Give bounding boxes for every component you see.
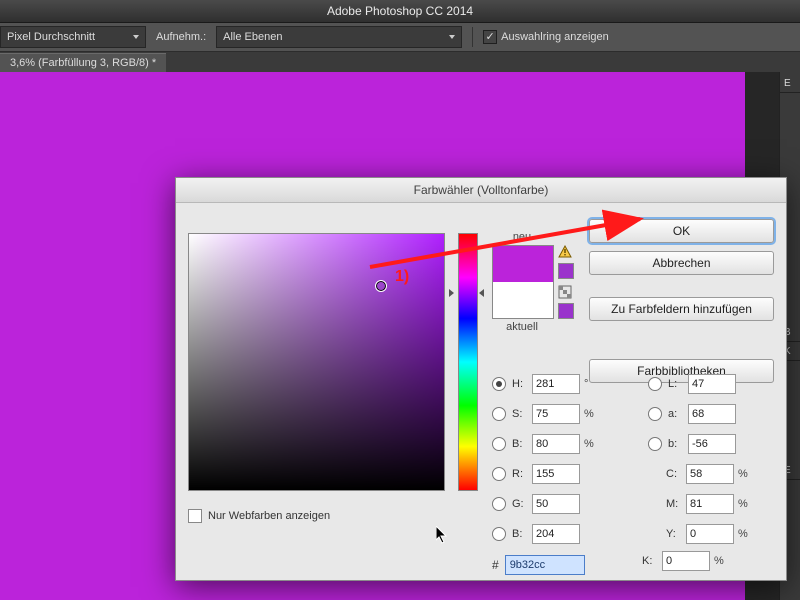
new-label: neu: [492, 231, 552, 243]
document-tab[interactable]: 3,6% (Farbfüllung 3, RGB/8) *: [0, 53, 166, 72]
unit-m: %: [738, 498, 752, 510]
radio-r[interactable]: [492, 467, 506, 481]
annotation-number: 1): [395, 268, 409, 286]
unit-h: °: [584, 378, 598, 390]
swatch-current: [493, 282, 553, 318]
input-k[interactable]: [662, 551, 710, 571]
label-r: R:: [512, 468, 532, 480]
websafe-swatch[interactable]: [558, 303, 574, 319]
gamut-warning-icon[interactable]: [558, 245, 572, 259]
ok-button[interactable]: OK: [589, 219, 774, 243]
radio-h[interactable]: [492, 377, 506, 391]
unit-b-hsb: %: [584, 438, 598, 450]
add-to-swatches-label: Zu Farbfeldern hinzufügen: [611, 302, 752, 316]
label-k: K:: [642, 555, 662, 567]
radio-s[interactable]: [492, 407, 506, 421]
dialog-buttons: OK Abbrechen Zu Farbfeldern hinzufügen F…: [589, 219, 774, 383]
label-s: S:: [512, 408, 532, 420]
input-m[interactable]: [686, 494, 734, 514]
hue-slider[interactable]: [458, 233, 478, 491]
input-g[interactable]: [532, 494, 580, 514]
label-c: C:: [666, 468, 686, 480]
app-title: Adobe Photoshop CC 2014: [327, 4, 473, 18]
input-y[interactable]: [686, 524, 734, 544]
sample-layers-label: Aufnehm.:: [156, 31, 206, 43]
web-colors-only-checkbox[interactable]: Nur Webfarben anzeigen: [188, 509, 330, 523]
websafe-warning-icon[interactable]: [558, 285, 572, 299]
sample-size-select[interactable]: Pixel Durchschnitt: [0, 26, 146, 48]
document-tab-label: 3,6% (Farbfüllung 3, RGB/8) *: [10, 57, 156, 69]
input-a[interactable]: [688, 404, 736, 424]
label-m: M:: [666, 498, 686, 510]
color-preview: [492, 245, 554, 319]
options-bar: Pixel Durchschnitt Aufnehm.: Alle Ebenen…: [0, 23, 800, 52]
sb-cursor[interactable]: [375, 280, 387, 292]
label-b-hsb: B:: [512, 438, 532, 450]
current-label: aktuell: [492, 321, 552, 333]
input-b-hsb[interactable]: [532, 434, 580, 454]
editor-area: E B K E Farbwähler (Volltonfarbe) neu: [0, 72, 800, 600]
input-l[interactable]: [688, 374, 736, 394]
color-picker-dialog: Farbwähler (Volltonfarbe) neu aktuell: [175, 177, 787, 581]
show-sampling-ring-checkbox[interactable]: Auswahlring anzeigen: [483, 30, 609, 44]
unit-s: %: [584, 408, 598, 420]
hex-label: #: [492, 558, 499, 572]
radio-blab[interactable]: [648, 437, 662, 451]
label-bl: B:: [512, 528, 532, 540]
input-s[interactable]: [532, 404, 580, 424]
sample-layers-value: Alle Ebenen: [223, 31, 282, 43]
input-c[interactable]: [686, 464, 734, 484]
radio-a[interactable]: [648, 407, 662, 421]
check-icon: [483, 30, 497, 44]
ok-button-label: OK: [673, 224, 690, 238]
checkbox-icon: [188, 509, 202, 523]
numeric-fields: H: ° L: S: %: [492, 371, 754, 551]
hex-input[interactable]: [505, 555, 585, 575]
radio-b[interactable]: [492, 437, 506, 451]
radio-bl[interactable]: [492, 527, 506, 541]
unit-c: %: [738, 468, 752, 480]
unit-y: %: [738, 528, 752, 540]
swatch-new: [493, 246, 553, 282]
label-b-lab: b:: [668, 438, 688, 450]
label-g: G:: [512, 498, 532, 510]
unit-k: %: [714, 555, 728, 567]
radio-l[interactable]: [648, 377, 662, 391]
app-titlebar: Adobe Photoshop CC 2014: [0, 0, 800, 23]
mouse-cursor-icon: [436, 526, 448, 544]
label-a: a:: [668, 408, 688, 420]
label-h: H:: [512, 378, 532, 390]
label-l: L:: [668, 378, 688, 390]
hue-arrow-right-icon: [479, 289, 484, 297]
hex-row: #: [492, 555, 585, 575]
panel-header-1-label: E: [784, 78, 791, 89]
input-r[interactable]: [532, 464, 580, 484]
input-b-lab[interactable]: [688, 434, 736, 454]
gamut-swatch[interactable]: [558, 263, 574, 279]
label-y: Y:: [666, 528, 686, 540]
radio-g[interactable]: [492, 497, 506, 511]
panel-header-1[interactable]: E: [780, 74, 800, 93]
add-to-swatches-button[interactable]: Zu Farbfeldern hinzufügen: [589, 297, 774, 321]
sample-size-value: Pixel Durchschnitt: [7, 31, 95, 43]
input-bl[interactable]: [532, 524, 580, 544]
cancel-button-label: Abbrechen: [652, 256, 710, 270]
sample-layers-select[interactable]: Alle Ebenen: [216, 26, 462, 48]
dialog-title-text: Farbwähler (Volltonfarbe): [414, 183, 549, 197]
input-h[interactable]: [532, 374, 580, 394]
hue-arrow-left-icon: [449, 289, 454, 297]
cancel-button[interactable]: Abbrechen: [589, 251, 774, 275]
show-sampling-ring-label: Auswahlring anzeigen: [501, 31, 609, 43]
dialog-title: Farbwähler (Volltonfarbe): [176, 178, 786, 203]
document-tabstrip: 3,6% (Farbfüllung 3, RGB/8) *: [0, 52, 800, 72]
web-colors-only-label: Nur Webfarben anzeigen: [208, 510, 330, 522]
